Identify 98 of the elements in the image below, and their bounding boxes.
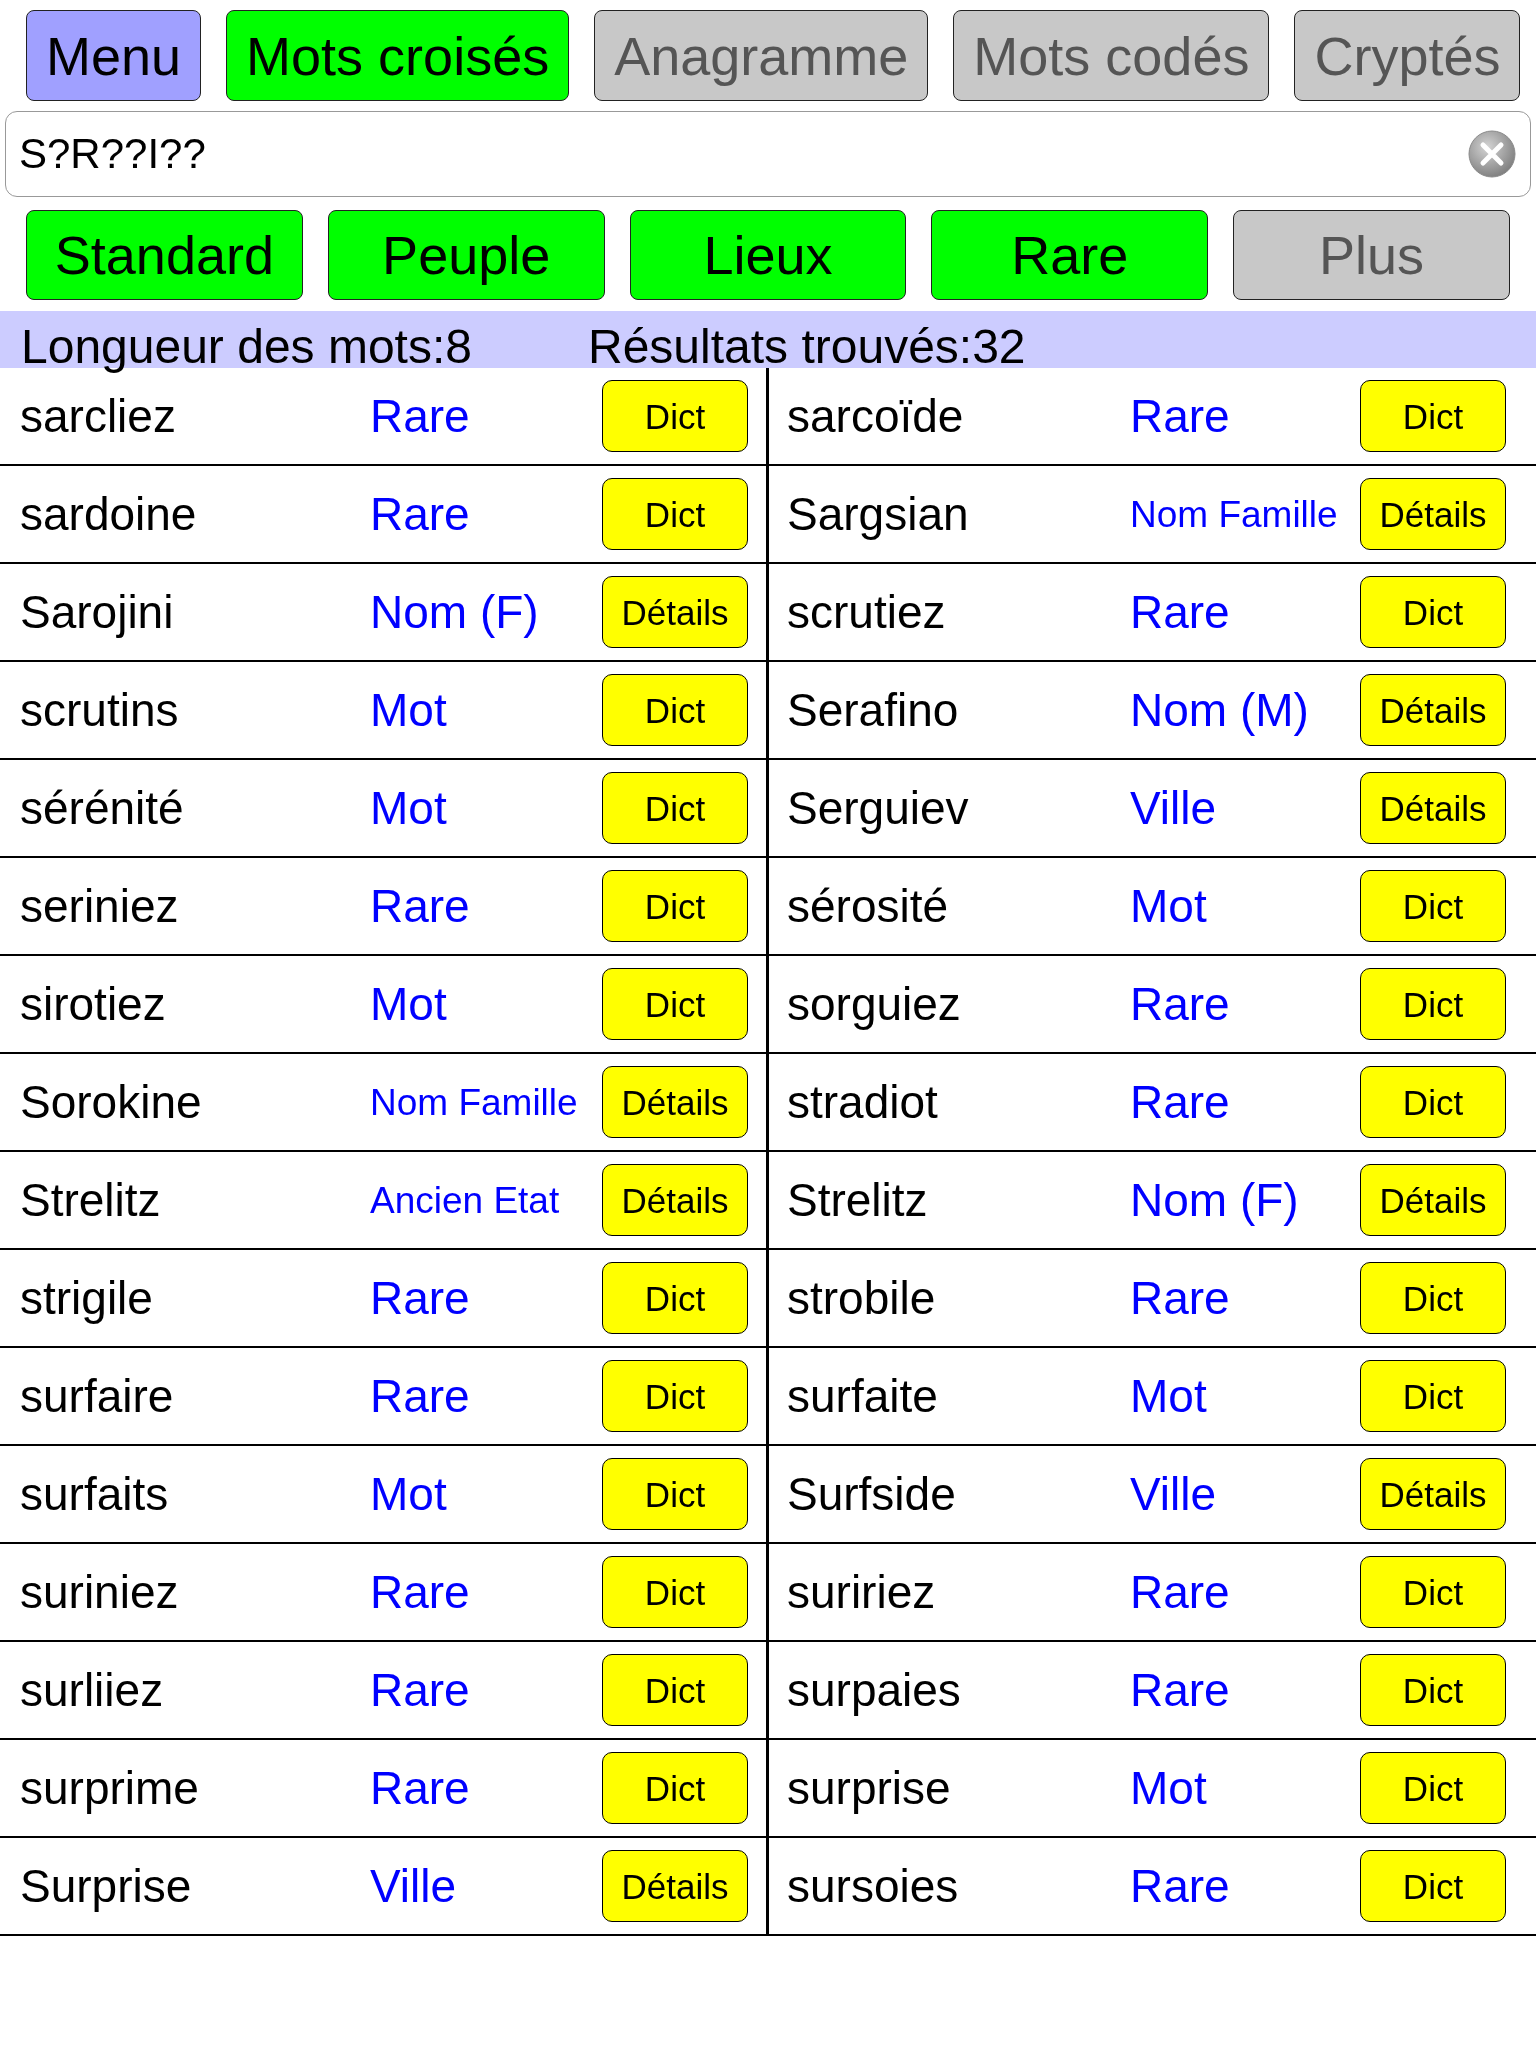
lookup-button[interactable]: Dict [1360, 1850, 1506, 1922]
close-icon[interactable] [1468, 130, 1516, 178]
category-label: Nom Famille [1130, 495, 1338, 533]
lookup-button[interactable]: Détails [1360, 1458, 1506, 1530]
lookup-button[interactable]: Dict [602, 380, 748, 452]
category-label: Ancien Etat [370, 1181, 560, 1219]
lookup-button[interactable]: Dict [1360, 1262, 1506, 1334]
category-label: Rare [370, 883, 470, 929]
mode-tab[interactable]: Mots codés [953, 10, 1270, 101]
word-length-text: Longueur des mots:8 [21, 323, 473, 371]
result-word: sérosité [787, 883, 949, 929]
search-field[interactable]: S?R??I?? [5, 111, 1531, 197]
category-label: Rare [1130, 1275, 1230, 1321]
results-count-text: Résultats trouvés:32 [588, 323, 1026, 371]
result-word: sarcoïde [787, 393, 964, 439]
result-word: scrutins [20, 687, 179, 733]
category-label: Rare [1130, 393, 1230, 439]
filter-toggle[interactable]: Peuple [327, 210, 605, 300]
category-label: Mot [1130, 883, 1207, 929]
lookup-button[interactable]: Dict [602, 1556, 748, 1628]
lookup-button[interactable]: Dict [602, 478, 748, 550]
category-label: Rare [370, 393, 470, 439]
category-label: Nom Famille [370, 1083, 578, 1121]
category-label: Rare [370, 1275, 470, 1321]
lookup-button[interactable]: Détails [1360, 674, 1506, 746]
lookup-button[interactable]: Détails [602, 1066, 748, 1138]
category-label: Rare [370, 1373, 470, 1419]
result-word: Sorokine [20, 1079, 202, 1125]
category-label: Ville [1130, 1471, 1217, 1517]
result-word: surfaite [787, 1373, 938, 1419]
category-label: Mot [370, 1471, 447, 1517]
result-word: sarcliez [20, 393, 176, 439]
result-word: stradiot [787, 1079, 938, 1125]
lookup-button[interactable]: Détails [1360, 772, 1506, 844]
lookup-button[interactable]: Dict [602, 1262, 748, 1334]
filter-toggle[interactable]: Plus [1233, 210, 1510, 300]
filter-toggle[interactable]: Rare [931, 210, 1209, 300]
lookup-button[interactable]: Dict [1360, 1360, 1506, 1432]
lookup-button[interactable]: Détails [1360, 1164, 1506, 1236]
result-word: surfaits [20, 1471, 169, 1517]
category-label: Mot [370, 785, 447, 831]
result-word: sirotiez [20, 981, 166, 1027]
lookup-button[interactable]: Dict [602, 1654, 748, 1726]
category-label: Mot [370, 981, 447, 1027]
lookup-button[interactable]: Dict [602, 674, 748, 746]
category-label: Rare [1130, 1863, 1230, 1909]
category-label: Mot [1130, 1765, 1207, 1811]
result-word: Serafino [787, 687, 959, 733]
category-label: Rare [1130, 1667, 1230, 1713]
result-word: surfaire [20, 1373, 174, 1419]
lookup-button[interactable]: Dict [602, 1752, 748, 1824]
result-word: Strelitz [20, 1177, 161, 1223]
category-label: Ville [1130, 785, 1217, 831]
result-word: surliiez [20, 1667, 164, 1713]
category-label: Rare [370, 1765, 470, 1811]
lookup-button[interactable]: Détails [1360, 478, 1506, 550]
lookup-button[interactable]: Dict [1360, 1066, 1506, 1138]
result-word: sérénité [20, 785, 184, 831]
result-word: suriniez [20, 1569, 179, 1615]
category-label: Ville [370, 1863, 457, 1909]
category-label: Rare [1130, 981, 1230, 1027]
category-label: Rare [1130, 1079, 1230, 1125]
category-label: Rare [370, 1667, 470, 1713]
lookup-button[interactable]: Dict [1360, 1752, 1506, 1824]
lookup-button[interactable]: Dict [1360, 870, 1506, 942]
result-word: seriniez [20, 883, 179, 929]
result-word: suririez [787, 1569, 936, 1615]
category-label: Rare [1130, 1569, 1230, 1615]
lookup-button[interactable]: Détails [602, 576, 748, 648]
filter-toggle[interactable]: Lieux [629, 210, 907, 300]
result-word: Surfside [787, 1471, 956, 1517]
lookup-button[interactable]: Dict [602, 968, 748, 1040]
mode-tab[interactable]: Mots croisés [226, 10, 570, 101]
category-label: Rare [1130, 589, 1230, 635]
result-word: sardoine [20, 491, 197, 537]
mode-tab[interactable]: Cryptés [1294, 10, 1521, 101]
category-label: Mot [1130, 1373, 1207, 1419]
lookup-button[interactable]: Dict [1360, 576, 1506, 648]
lookup-button[interactable]: Dict [1360, 380, 1506, 452]
lookup-button[interactable]: Dict [1360, 1556, 1506, 1628]
result-word: sursoies [787, 1863, 959, 1909]
lookup-button[interactable]: Dict [602, 870, 748, 942]
result-word: scrutiez [787, 589, 946, 635]
lookup-button[interactable]: Dict [602, 772, 748, 844]
result-word: strobile [787, 1275, 936, 1321]
lookup-button[interactable]: Détails [602, 1164, 748, 1236]
mode-tab[interactable]: Anagramme [594, 10, 929, 101]
lookup-button[interactable]: Détails [602, 1850, 748, 1922]
lookup-button[interactable]: Dict [1360, 1654, 1506, 1726]
result-word: Strelitz [787, 1177, 928, 1223]
menu-button[interactable]: Menu [26, 10, 202, 101]
category-label: Rare [370, 1569, 470, 1615]
category-label: Rare [370, 491, 470, 537]
category-label: Mot [370, 687, 447, 733]
lookup-button[interactable]: Dict [602, 1458, 748, 1530]
lookup-button[interactable]: Dict [602, 1360, 748, 1432]
lookup-button[interactable]: Dict [1360, 968, 1506, 1040]
filter-toggle[interactable]: Standard [26, 210, 303, 300]
